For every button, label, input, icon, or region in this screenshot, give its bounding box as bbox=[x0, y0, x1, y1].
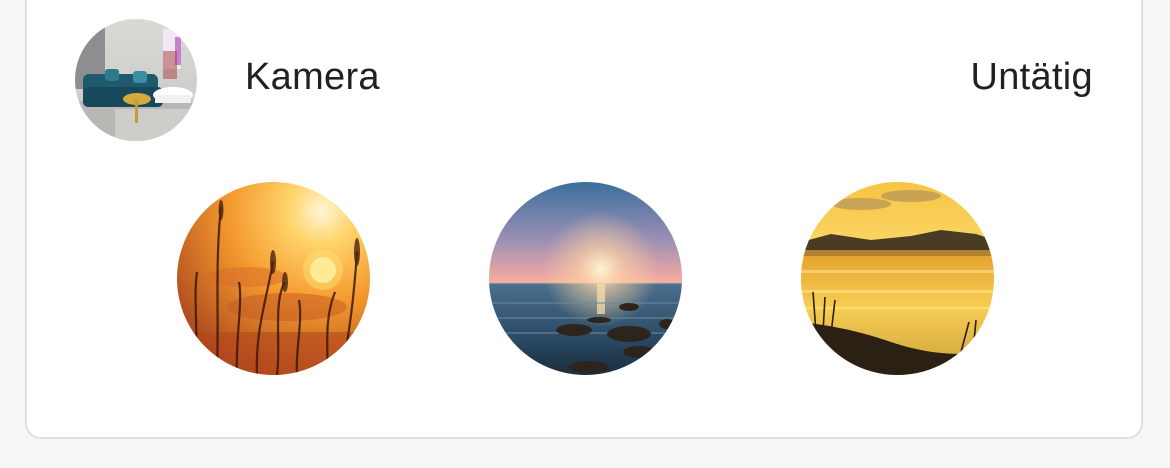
scene-images bbox=[27, 182, 1141, 376]
scene-sunset-sea[interactable] bbox=[489, 182, 682, 375]
entity-name: Kamera bbox=[245, 56, 380, 98]
entity-row[interactable]: Kamera Untätig bbox=[27, 0, 1141, 142]
living-room-camera-snapshot-icon bbox=[75, 19, 197, 141]
scene-sunset-grass[interactable] bbox=[177, 182, 370, 375]
scene-sunrise-lake[interactable] bbox=[801, 182, 994, 375]
entity-state: Untätig bbox=[970, 56, 1093, 98]
camera-thumbnail[interactable] bbox=[75, 19, 197, 141]
camera-card: Kamera Untätig bbox=[25, 0, 1143, 439]
sunset-grass-image-icon bbox=[177, 182, 370, 375]
sunrise-lake-image-icon bbox=[801, 182, 994, 375]
sunset-sea-image-icon bbox=[489, 182, 682, 375]
